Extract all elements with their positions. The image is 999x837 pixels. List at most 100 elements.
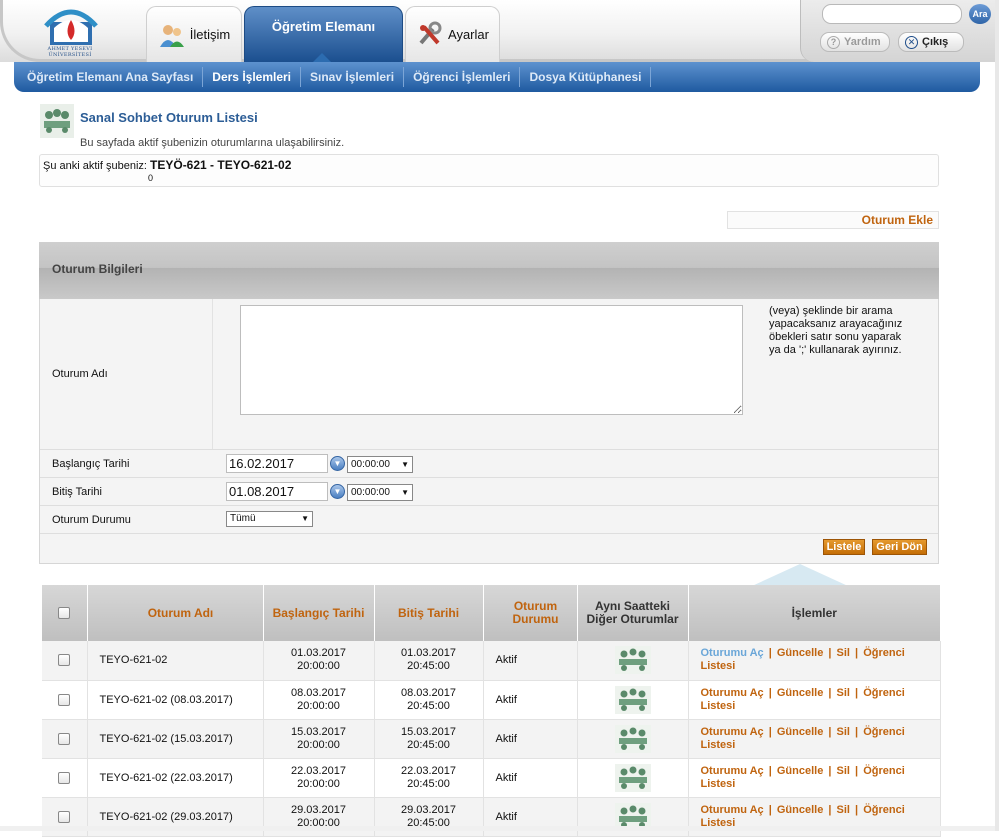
delete-link[interactable]: Sil bbox=[837, 647, 850, 659]
nav-item-ders-islemleri[interactable]: Ders İşlemleri bbox=[203, 67, 302, 87]
other-sessions-cell bbox=[577, 758, 689, 798]
horizontal-scrollbar[interactable] bbox=[0, 826, 999, 831]
update-link[interactable]: Güncelle bbox=[777, 687, 823, 699]
start-time: 20:00:00 bbox=[297, 660, 340, 673]
add-session-link[interactable]: Oturum Ekle bbox=[727, 211, 939, 229]
decorative-triangle bbox=[752, 564, 848, 586]
session-name-textarea[interactable] bbox=[240, 305, 743, 415]
start-time-select[interactable]: 00:00:00 ▼ bbox=[347, 456, 413, 473]
tab-ayarlar[interactable]: Ayarlar bbox=[405, 6, 500, 62]
search-button[interactable]: Ara bbox=[969, 4, 991, 24]
update-link[interactable]: Güncelle bbox=[777, 647, 823, 659]
update-link[interactable]: Güncelle bbox=[777, 765, 823, 777]
open-session-link[interactable]: Oturumu Aç bbox=[701, 765, 764, 777]
table-row: TEYO-621-02 01.03.2017 20:00:00 01.03.2017 2… bbox=[42, 641, 941, 681]
col-header-name[interactable]: Oturum Adı bbox=[87, 585, 264, 641]
tab-label: İletişim bbox=[189, 27, 231, 42]
back-button[interactable]: Geri Dön bbox=[872, 539, 927, 555]
active-branch-extra: 0 bbox=[148, 173, 154, 183]
logo-text: AHMET YESEVI ÜNİVERSİTESİ bbox=[47, 46, 93, 58]
update-link[interactable]: Güncelle bbox=[777, 804, 823, 816]
row-checkbox[interactable] bbox=[58, 654, 71, 667]
separator: | bbox=[825, 725, 835, 738]
vertical-scrollbar[interactable] bbox=[995, 0, 999, 831]
col-header-other: Aynı Saatteki Diğer Oturumlar bbox=[577, 585, 689, 641]
delete-link[interactable]: Sil bbox=[837, 804, 850, 816]
contacts-icon bbox=[159, 24, 184, 47]
tab-label: Öğretim Elemanı bbox=[271, 19, 376, 34]
separator: | bbox=[765, 686, 775, 699]
end-time: 20:45:00 bbox=[407, 699, 450, 712]
chevron-down-icon: ▼ bbox=[401, 488, 409, 497]
search-input[interactable] bbox=[822, 4, 962, 24]
list-button[interactable]: Listele bbox=[823, 539, 865, 555]
people-group-icon[interactable] bbox=[614, 724, 651, 753]
help-button[interactable]: ? Yardım bbox=[820, 32, 890, 52]
end-date-input[interactable]: 01.08.2017 bbox=[226, 482, 328, 501]
logout-button[interactable]: ✕ Çıkış bbox=[898, 32, 964, 52]
separator: | bbox=[765, 764, 775, 777]
separator: | bbox=[825, 803, 835, 816]
separator: | bbox=[825, 764, 835, 777]
start-date: 15.03.2017 bbox=[290, 725, 347, 738]
row-select-cell bbox=[42, 758, 88, 798]
operations-cell: Oturumu Aç | Güncelle | Sil | Öğrenci Li… bbox=[688, 719, 941, 759]
end-date: 29.03.2017 bbox=[400, 803, 457, 816]
session-status-select[interactable]: Tümü ▼ bbox=[226, 511, 313, 527]
start-time: 20:00:00 bbox=[297, 699, 340, 712]
people-group-icon[interactable] bbox=[614, 763, 651, 792]
separator: | bbox=[825, 647, 835, 660]
other-sessions-cell bbox=[577, 719, 689, 759]
people-group-icon[interactable] bbox=[614, 685, 651, 714]
delete-link[interactable]: Sil bbox=[837, 765, 850, 777]
help-label: Yardım bbox=[844, 36, 881, 48]
panel-header bbox=[39, 242, 939, 299]
end-date: 22.03.2017 bbox=[400, 764, 457, 777]
select-all-checkbox[interactable] bbox=[58, 607, 71, 620]
nav-item-ogretim-ana-sayfa[interactable]: Öğretim Elemanı Ana Sayfası bbox=[18, 67, 204, 87]
status-cell: Aktif bbox=[483, 641, 578, 681]
row-checkbox[interactable] bbox=[58, 732, 71, 745]
row-checkbox[interactable] bbox=[58, 693, 71, 706]
open-session-link[interactable]: Oturumu Aç bbox=[701, 804, 764, 816]
session-name-label: Oturum Adı bbox=[52, 368, 108, 380]
start-cell: 01.03.2017 20:00:00 bbox=[263, 641, 375, 681]
separator: | bbox=[765, 803, 775, 816]
row-select-cell bbox=[42, 680, 88, 720]
open-session-link[interactable]: Oturumu Aç bbox=[701, 647, 764, 659]
end-calendar-icon[interactable]: ▼ bbox=[330, 484, 345, 499]
operations-cell: Oturumu Aç | Güncelle | Sil | Öğrenci Li… bbox=[688, 641, 941, 681]
start-calendar-icon[interactable]: ▼ bbox=[330, 456, 345, 471]
col-header-end[interactable]: Bitiş Tarihi bbox=[374, 585, 484, 641]
row-checkbox[interactable] bbox=[58, 810, 71, 823]
row-checkbox[interactable] bbox=[58, 771, 71, 784]
end-time: 20:45:00 bbox=[407, 660, 450, 673]
chevron-down-icon: ▼ bbox=[401, 460, 409, 469]
delete-link[interactable]: Sil bbox=[837, 687, 850, 699]
people-group-icon[interactable] bbox=[614, 646, 651, 675]
col-header-status[interactable]: Oturum Durumu bbox=[483, 585, 578, 641]
row-select-cell bbox=[42, 719, 88, 759]
delete-link[interactable]: Sil bbox=[837, 726, 850, 738]
start-date-input[interactable]: 16.02.2017 bbox=[226, 454, 328, 473]
nav-item-sinav-islemleri[interactable]: Sınav İşlemleri bbox=[301, 67, 405, 87]
active-branch-row: Şu anki aktif şubeniz: TEYÖ-621 - TEYO-6… bbox=[43, 158, 291, 172]
panel-title: Oturum Bilgileri bbox=[52, 262, 143, 276]
open-session-link[interactable]: Oturumu Aç bbox=[701, 726, 764, 738]
table-row: TEYO-621-02 (08.03.2017) 08.03.2017 20:00:… bbox=[42, 680, 941, 720]
end-time: 20:45:00 bbox=[407, 777, 450, 790]
nav-item-ogrenci-islemleri[interactable]: Öğrenci İşlemleri bbox=[404, 67, 521, 87]
other-sessions-cell bbox=[577, 641, 689, 681]
col-header-start[interactable]: Başlangıç Tarihi bbox=[263, 585, 375, 641]
separator: | bbox=[825, 686, 835, 699]
active-tab-pointer bbox=[313, 53, 331, 62]
status-cell: Aktif bbox=[483, 680, 578, 720]
nav-item-dosya-kutuphanesi[interactable]: Dosya Kütüphanesi bbox=[520, 67, 652, 87]
separator: | bbox=[851, 647, 862, 660]
update-link[interactable]: Güncelle bbox=[777, 726, 823, 738]
close-icon: ✕ bbox=[905, 35, 918, 49]
start-cell: 08.03.2017 20:00:00 bbox=[263, 680, 375, 720]
tab-iletisim[interactable]: İletişim bbox=[146, 6, 242, 62]
end-time-select[interactable]: 00:00:00 ▼ bbox=[347, 484, 413, 501]
open-session-link[interactable]: Oturumu Aç bbox=[701, 687, 764, 699]
